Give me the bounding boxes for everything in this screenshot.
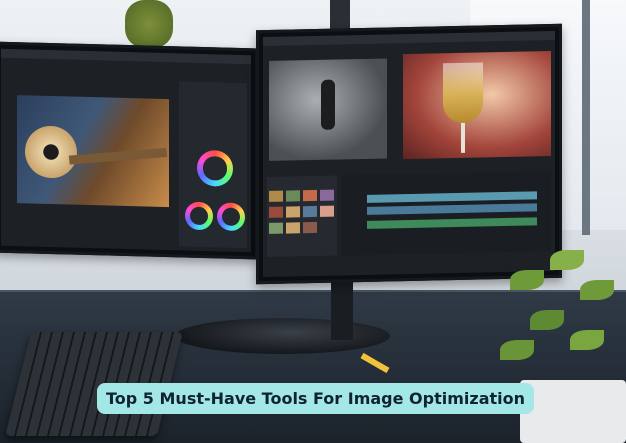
media-thumbnail (303, 221, 317, 234)
background-plant (125, 0, 173, 48)
video-track (367, 191, 537, 203)
media-thumbnail (320, 205, 334, 217)
leaf (550, 250, 584, 270)
left-monitor (0, 41, 258, 260)
media-thumbnail (286, 222, 300, 234)
color-panel (179, 81, 247, 249)
monitor-stand-base (175, 318, 390, 354)
wine-glass (443, 62, 483, 124)
leaf (500, 340, 534, 360)
leaf (530, 310, 564, 330)
color-wheel-icon (197, 149, 233, 187)
media-thumbnail (303, 205, 317, 218)
editor-menubar (1, 48, 251, 65)
color-wheel-icon (185, 201, 213, 231)
guitar-video-preview (17, 95, 169, 208)
wine-glass-stem (461, 122, 465, 153)
leaf (510, 270, 544, 290)
left-screen (1, 48, 251, 253)
video-track (367, 203, 537, 215)
guitar-neck (68, 147, 168, 165)
media-thumbnail (320, 189, 334, 201)
title-text: Top 5 Must-Have Tools For Image Optimiza… (106, 389, 526, 408)
media-thumbnail (303, 189, 317, 202)
window-frame (582, 0, 590, 235)
guitar-icon (25, 125, 77, 179)
media-thumbnail (286, 190, 300, 202)
leaf (580, 280, 614, 300)
dancer-silhouette (321, 79, 335, 130)
wine-glass-video-preview (403, 51, 551, 160)
media-thumbnail (269, 222, 283, 234)
title-banner: Top 5 Must-Have Tools For Image Optimiza… (97, 383, 535, 414)
editor-menubar (263, 30, 555, 47)
monitor-stand-pole-top (330, 0, 350, 30)
audio-track (367, 217, 537, 229)
media-thumbnail (286, 206, 300, 218)
media-bin (267, 175, 337, 257)
color-wheel-icon (217, 202, 245, 232)
media-thumbnail (269, 206, 283, 218)
media-thumbnail (269, 190, 283, 202)
office-photo: Top 5 Must-Have Tools For Image Optimiza… (0, 0, 626, 443)
dancer-video-preview (269, 58, 387, 161)
leaf (570, 330, 604, 350)
